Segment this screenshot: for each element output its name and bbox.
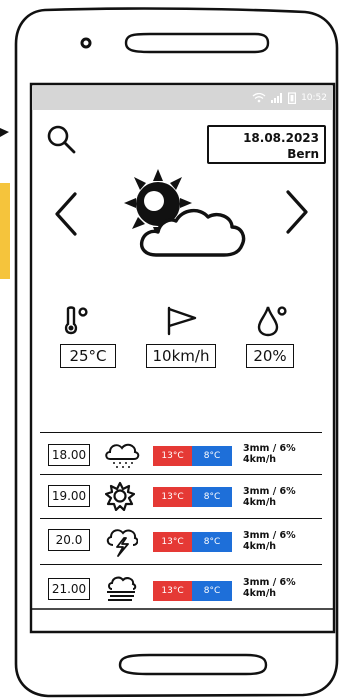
rain-cloud-icon — [104, 440, 140, 470]
low-temp: 8°C — [192, 487, 232, 507]
hour-label: 19.00 — [48, 485, 90, 507]
wifi-icon — [252, 93, 266, 103]
chevron-left-icon — [55, 192, 77, 236]
temperature-range: 13°C 8°C — [153, 487, 232, 507]
low-temp: 8°C — [192, 532, 232, 552]
status-time: 10:52 — [301, 93, 327, 103]
wind-speed: 4km/h — [243, 454, 277, 465]
battery-icon — [288, 92, 297, 104]
status-bar: 10:52 — [32, 86, 333, 110]
search-icon[interactable] — [46, 124, 76, 154]
row-details: 3mm / 6% 4km/h — [243, 486, 296, 508]
row-details: 3mm / 6% 4km/h — [243, 530, 296, 552]
divider — [40, 564, 322, 565]
hour-label: 20.0 — [48, 529, 90, 551]
row-details: 3mm / 6% 4km/h — [243, 577, 296, 599]
precipitation: 3mm / 6% — [243, 577, 296, 588]
thunderstorm-icon — [104, 525, 138, 557]
temperature-value: 25°C — [60, 344, 116, 368]
previous-day-button[interactable] — [54, 191, 78, 237]
next-day-button[interactable] — [285, 189, 309, 235]
hour-label: 18.00 — [48, 444, 90, 466]
chevron-right-icon — [286, 190, 308, 234]
partly-cloudy-sun-icon — [118, 165, 248, 265]
precipitation: 3mm / 6% — [243, 443, 296, 454]
current-city: Bern — [287, 147, 319, 161]
thermometer-icon — [62, 306, 96, 336]
date-location-box: 18.08.2023 Bern — [207, 125, 326, 164]
precipitation: 3mm / 6% — [243, 486, 296, 497]
precipitation: 3mm / 6% — [243, 530, 296, 541]
divider — [40, 432, 322, 433]
fog-icon — [104, 573, 138, 603]
low-temp: 8°C — [192, 581, 232, 601]
wind-value: 10km/h — [146, 344, 216, 368]
sun-icon — [105, 481, 135, 511]
humidity-drop-icon — [257, 305, 291, 337]
humidity-value: 20% — [246, 344, 294, 368]
signal-icon — [271, 93, 283, 103]
wind-speed: 4km/h — [243, 541, 277, 552]
wind-speed: 4km/h — [243, 497, 277, 508]
wind-flag-icon — [166, 306, 200, 336]
divider — [40, 474, 322, 475]
temperature-range: 13°C 8°C — [153, 532, 232, 552]
divider — [40, 518, 322, 519]
row-details: 3mm / 6% 4km/h — [243, 443, 296, 465]
high-temp: 13°C — [153, 446, 192, 466]
temperature-range: 13°C 8°C — [153, 446, 232, 466]
wind-speed: 4km/h — [243, 588, 277, 599]
hour-label: 21.00 — [48, 578, 90, 600]
temperature-range: 13°C 8°C — [153, 581, 232, 601]
high-temp: 13°C — [153, 532, 192, 552]
high-temp: 13°C — [153, 581, 192, 601]
current-date: 18.08.2023 — [243, 131, 319, 145]
high-temp: 13°C — [153, 487, 192, 507]
low-temp: 8°C — [192, 446, 232, 466]
